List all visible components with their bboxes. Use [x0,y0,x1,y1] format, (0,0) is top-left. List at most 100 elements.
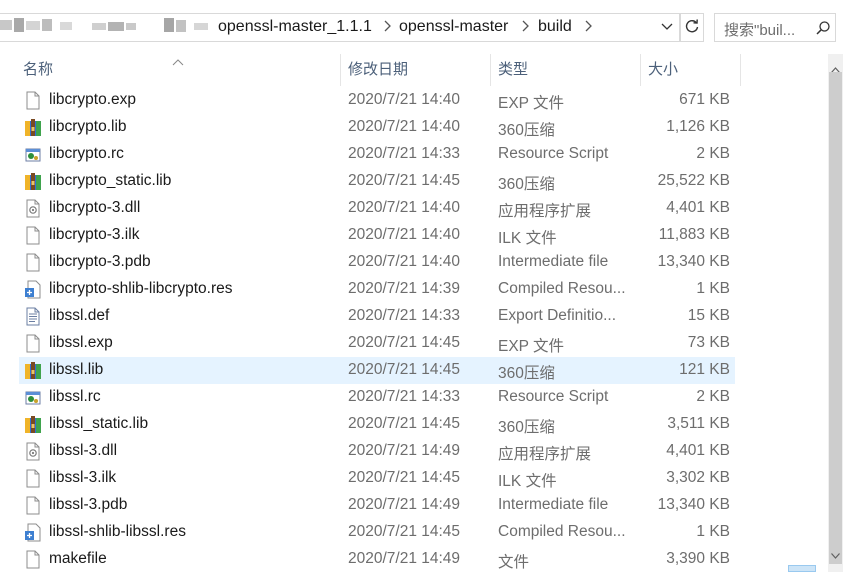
column-divider[interactable] [740,54,741,86]
file-modified-date: 2020/7/21 14:45 [348,523,461,540]
file-row[interactable]: libcrypto_static.lib 2020/7/21 14:45 360压缩… [19,168,735,195]
dll-icon [24,199,42,218]
file-size: 15 KB [687,307,730,324]
file-size: 2 KB [696,388,730,405]
file-size: 1 KB [696,280,730,297]
breadcrumb-item-1[interactable]: openssl-master_1.1.1 [218,18,372,36]
column-divider[interactable] [490,54,491,86]
file-row[interactable]: libssl-3.pdb 2020/7/21 14:49 Intermediate … [19,492,735,519]
file-modified-date: 2020/7/21 14:40 [348,253,461,270]
file-list: libcrypto.exp 2020/7/21 14:40 EXP 文件 671 KB… [0,86,828,572]
file-row[interactable]: libcrypto-shlib-libcrypto.res 2020/7/21 1… [19,276,735,303]
resource-script-icon [24,145,42,164]
refresh-icon [684,18,700,38]
generic-file-icon [24,253,42,272]
file-name: libcrypto.rc [49,145,124,162]
column-header-name[interactable]: 名称 [23,54,53,86]
breadcrumb-separator-icon[interactable] [521,18,531,38]
view-toggle-button[interactable] [788,565,816,572]
file-row[interactable]: libssl.rc 2020/7/21 14:33 Resource Script 2… [19,384,735,411]
file-name: libcrypto.lib [49,118,127,135]
file-name: libssl-shlib-libssl.res [49,523,186,540]
scroll-down-icon[interactable] [831,546,840,559]
search-input[interactable]: 搜索"buil... [714,13,836,42]
file-row[interactable]: libssl.lib 2020/7/21 14:45 360压缩 121 KB [19,357,735,384]
file-type: Export Definitio... [498,307,617,324]
file-row[interactable]: libcrypto-3.pdb 2020/7/21 14:40 Intermedia… [19,249,735,276]
file-modified-date: 2020/7/21 14:45 [348,469,461,486]
file-size: 11,883 KB [658,226,730,243]
archive-360-icon [24,361,42,380]
file-modified-date: 2020/7/21 14:39 [348,280,461,297]
column-divider[interactable] [640,54,641,86]
file-size: 3,302 KB [666,469,730,486]
file-row[interactable]: makefile 2020/7/21 14:49 文件 3,390 KB [19,546,735,572]
column-header-date[interactable]: 修改日期 [348,54,408,86]
file-type: Compiled Resou... [498,280,626,297]
file-modified-date: 2020/7/21 14:40 [348,199,461,216]
file-type: 文件 [498,554,530,571]
scroll-up-icon[interactable] [831,60,840,73]
file-size: 1,126 KB [666,118,730,135]
file-modified-date: 2020/7/21 14:45 [348,172,461,189]
file-modified-date: 2020/7/21 14:49 [348,550,461,567]
file-modified-date: 2020/7/21 14:49 [348,442,461,459]
file-row[interactable]: libcrypto-3.dll 2020/7/21 14:40 应用程序扩展 4,40… [19,195,735,222]
file-row[interactable]: libssl.exp 2020/7/21 14:45 EXP 文件 73 KB [19,330,735,357]
column-header-type[interactable]: 类型 [498,54,528,86]
file-type: 360压缩 [498,176,555,193]
file-type: Intermediate file [498,253,609,270]
archive-360-icon [24,415,42,434]
vertical-scrollbar[interactable] [828,54,843,572]
generic-file-icon [24,91,42,110]
file-size: 671 KB [679,91,730,108]
column-divider[interactable] [340,54,341,86]
breadcrumb-separator-icon[interactable] [383,18,393,38]
file-modified-date: 2020/7/21 14:45 [348,361,461,378]
file-type: ILK 文件 [498,230,557,247]
column-header-size[interactable]: 大小 [648,54,678,86]
file-size: 2 KB [696,145,730,162]
chevron-down-icon[interactable] [660,20,674,34]
breadcrumb-item-2[interactable]: openssl-master [399,18,508,36]
text-file-icon [24,307,42,326]
file-row[interactable]: libcrypto.lib 2020/7/21 14:40 360压缩 1,126 K… [19,114,735,141]
file-row[interactable]: libssl_static.lib 2020/7/21 14:45 360压缩 3,5… [19,411,735,438]
file-size: 13,340 KB [657,253,730,270]
generic-file-icon [24,334,42,353]
file-row[interactable]: libssl-3.ilk 2020/7/21 14:45 ILK 文件 3,302 K… [19,465,735,492]
file-row[interactable]: libssl-3.dll 2020/7/21 14:49 应用程序扩展 4,401 K… [19,438,735,465]
file-row[interactable]: libcrypto-3.ilk 2020/7/21 14:40 ILK 文件 11,8… [19,222,735,249]
file-size: 13,340 KB [657,496,730,513]
file-type: 应用程序扩展 [498,203,592,220]
search-placeholder: 搜索"buil... [724,22,796,39]
file-type: Compiled Resou... [498,523,626,540]
file-row[interactable]: libcrypto.exp 2020/7/21 14:40 EXP 文件 671 KB [19,87,735,114]
file-type: Resource Script [498,388,609,405]
breadcrumb-item-3[interactable]: build [538,18,572,36]
file-row[interactable]: libssl.def 2020/7/21 14:33 Export Definiti… [19,303,735,330]
file-modified-date: 2020/7/21 14:33 [348,388,461,405]
file-modified-date: 2020/7/21 14:40 [348,226,461,243]
file-type: 360压缩 [498,122,555,139]
file-type: Resource Script [498,145,609,162]
file-type: Intermediate file [498,496,609,513]
file-row[interactable]: libcrypto.rc 2020/7/21 14:33 Resource Scri… [19,141,735,168]
file-size: 3,390 KB [666,550,730,567]
refresh-button[interactable] [680,13,704,42]
archive-360-icon [24,118,42,137]
file-size: 4,401 KB [666,199,730,216]
file-size: 4,401 KB [666,442,730,459]
file-row[interactable]: libssl-shlib-libssl.res 2020/7/21 14:45 Co… [19,519,735,546]
generic-file-icon [24,226,42,245]
breadcrumb-separator-icon[interactable] [584,18,594,38]
file-size: 25,522 KB [657,172,730,189]
scrollbar-thumb[interactable] [829,72,842,564]
search-icon[interactable] [815,20,831,36]
file-name: libssl-3.ilk [49,469,117,486]
blurred-path-prefix [0,18,212,34]
compiled-resource-icon [24,280,42,299]
file-modified-date: 2020/7/21 14:45 [348,334,461,351]
sort-ascending-icon [172,54,184,66]
generic-file-icon [24,469,42,488]
